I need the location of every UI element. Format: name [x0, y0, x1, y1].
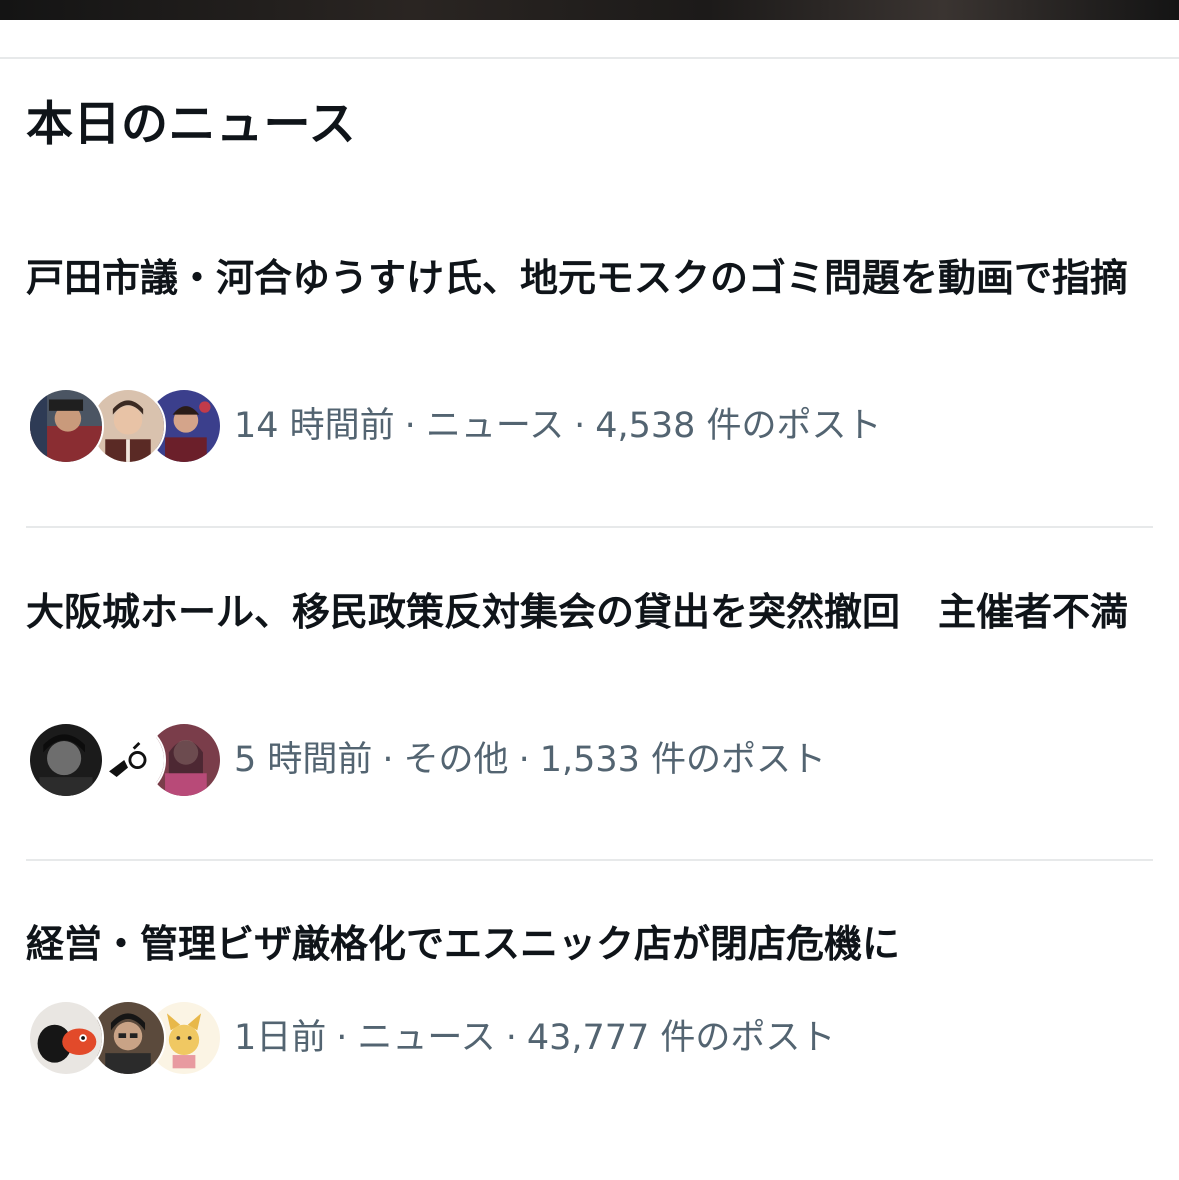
- item-divider: [26, 859, 1153, 861]
- news-post-count: 4,538 件のポスト: [595, 406, 882, 446]
- news-meta-text: 5 時間前 · その他 · 1,533 件のポスト: [234, 736, 826, 784]
- news-item[interactable]: 戸田市議・河合ゆうすけ氏、地元モスクのゴミ問題を動画で指摘 14 時間前 · ニュー…: [26, 250, 1153, 464]
- meta-separator: ·: [518, 740, 530, 780]
- meta-separator: ·: [404, 406, 416, 446]
- avatar-group[interactable]: [26, 720, 222, 800]
- news-time: 1日前: [234, 1018, 327, 1058]
- item-divider: [26, 526, 1153, 528]
- news-post-count: 43,777 件のポスト: [526, 1018, 836, 1058]
- news-time: 5 時間前: [234, 740, 373, 780]
- news-meta: 14 時間前 · ニュース · 4,538 件のポスト: [26, 386, 882, 466]
- news-headline[interactable]: 経営・管理ビザ厳格化でエスニック店が閉店危機に: [26, 916, 1141, 972]
- news-headline[interactable]: 大阪城ホール、移民政策反対集会の貸出を突然撤回 主催者不満: [26, 584, 1141, 640]
- news-post-count: 1,533 件のポスト: [539, 740, 827, 780]
- news-item[interactable]: 経営・管理ビザ厳格化でエスニック店が閉店危機に 1日前 · ニュース · 43,777 …: [26, 916, 1153, 1076]
- meta-separator: ·: [336, 1018, 348, 1058]
- avatar[interactable]: [28, 388, 104, 464]
- news-meta: 1日前 · ニュース · 43,777 件のポスト: [26, 998, 835, 1078]
- meta-separator: ·: [382, 740, 394, 780]
- news-headline[interactable]: 戸田市議・河合ゆうすけ氏、地元モスクのゴミ問題を動画で指摘: [26, 250, 1141, 306]
- news-category: その他: [403, 740, 509, 780]
- news-meta-text: 14 時間前 · ニュース · 4,538 件のポスト: [234, 402, 882, 450]
- top-media-strip: [0, 0, 1179, 20]
- news-category: ニュース: [425, 406, 565, 446]
- avatar-group[interactable]: [26, 998, 222, 1078]
- avatar[interactable]: [28, 1000, 104, 1076]
- news-meta: 5 時間前 · その他 · 1,533 件のポスト: [26, 720, 826, 800]
- meta-separator: ·: [574, 406, 586, 446]
- news-category: ニュース: [357, 1018, 496, 1058]
- news-meta-text: 1日前 · ニュース · 43,777 件のポスト: [234, 1014, 835, 1062]
- news-time: 14 時間前: [234, 406, 395, 446]
- avatar[interactable]: [28, 722, 104, 798]
- avatar-group[interactable]: [26, 386, 222, 466]
- section-divider: [0, 57, 1179, 59]
- news-item[interactable]: 大阪城ホール、移民政策反対集会の貸出を突然撤回 主催者不満 5 時間前 · その他 ·…: [26, 584, 1153, 798]
- meta-separator: ·: [505, 1018, 517, 1058]
- section-title: 本日のニュース: [26, 97, 357, 152]
